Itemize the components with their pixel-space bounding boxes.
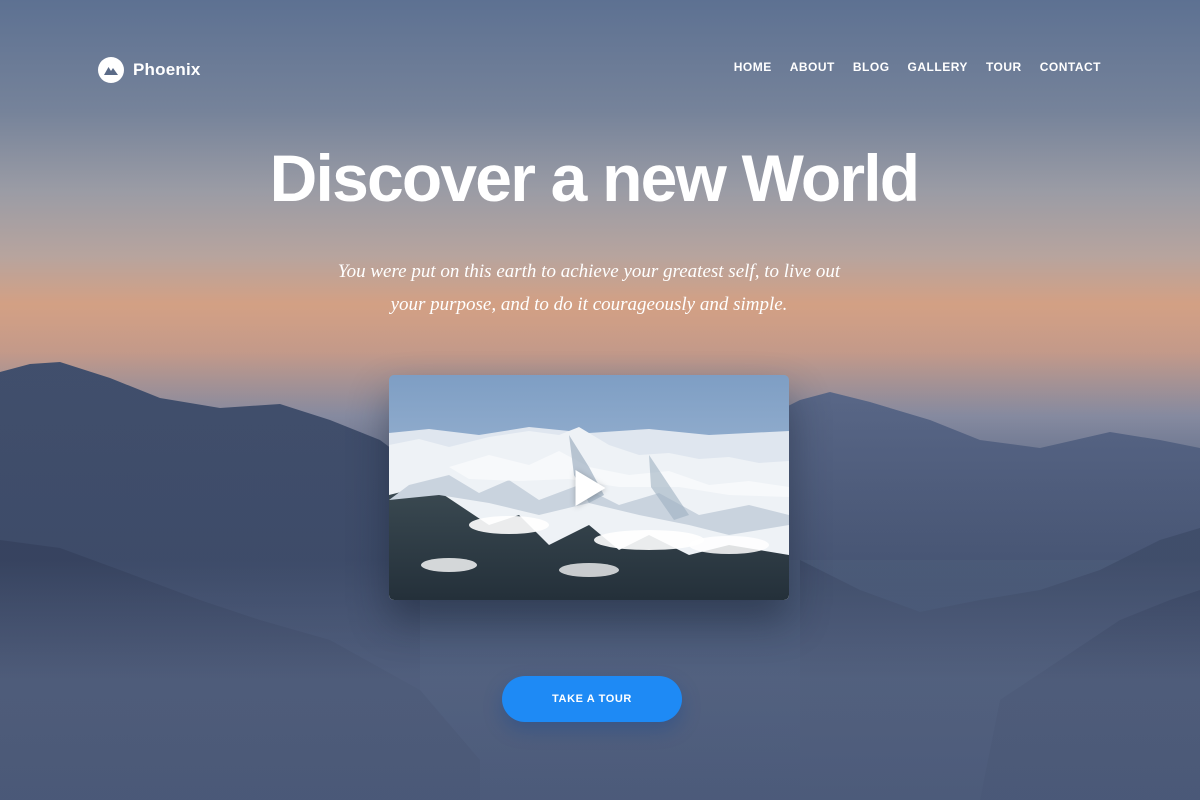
nav-contact[interactable]: CONTACT (1040, 59, 1101, 75)
nav-blog[interactable]: BLOG (853, 59, 890, 75)
hero-subtitle: You were put on this earth to achieve yo… (290, 255, 888, 321)
nav-tour[interactable]: TOUR (986, 59, 1022, 75)
take-a-tour-button[interactable]: TAKE A TOUR (502, 676, 682, 722)
hero-page: Phoenix HOME ABOUT BLOG GALLERY TOUR CON… (0, 0, 1200, 800)
brand-name: Phoenix (133, 60, 201, 79)
play-icon[interactable] (575, 469, 606, 506)
hero-subtitle-line1: You were put on this earth to achieve yo… (337, 261, 841, 282)
nav-about[interactable]: ABOUT (790, 59, 835, 75)
brand-logo[interactable]: Phoenix (98, 57, 201, 83)
mountain-icon (98, 57, 124, 83)
hero-subtitle-line2: your purpose, and to do it courageously … (390, 294, 788, 315)
hero-title: Discover a new World (269, 141, 920, 215)
nav-home[interactable]: HOME (734, 59, 772, 75)
nav-gallery[interactable]: GALLERY (908, 59, 968, 75)
video-player-card[interactable] (389, 375, 789, 600)
main-navigation: HOME ABOUT BLOG GALLERY TOUR CONTACT (734, 59, 1101, 75)
